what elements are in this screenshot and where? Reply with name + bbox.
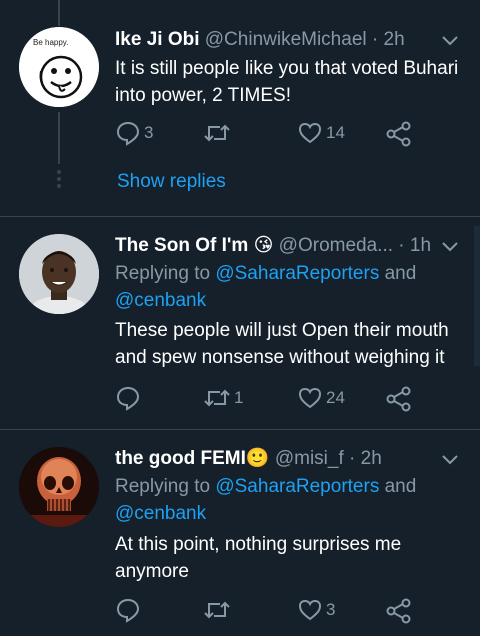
thread-line — [58, 112, 60, 164]
replying-and: and — [379, 476, 417, 497]
separator: · — [349, 448, 356, 469]
user-handle[interactable]: @misi_f — [275, 448, 344, 469]
retweet-icon — [204, 389, 230, 407]
mention-link[interactable]: @SaharaReporters — [215, 476, 379, 497]
retweet-icon — [204, 124, 230, 142]
scrollbar-thumb[interactable] — [474, 226, 480, 366]
share-button[interactable] — [385, 385, 413, 413]
reply-button[interactable] — [115, 385, 144, 411]
replying-to: Replying to @SaharaReporters and @cenban… — [115, 473, 445, 527]
replying-and: and — [379, 263, 417, 284]
like-count: 3 — [326, 600, 336, 619]
reply-icon — [116, 598, 140, 623]
share-button[interactable] — [385, 120, 413, 148]
tweet-actions: 3 — [115, 597, 445, 625]
display-name[interactable]: Ike Ji Obi — [115, 29, 199, 50]
reply-icon — [116, 386, 140, 411]
retweet-button[interactable] — [203, 597, 234, 623]
avatar[interactable] — [19, 234, 99, 314]
mention-link[interactable]: @cenbank — [115, 503, 206, 524]
thread-line — [58, 0, 60, 26]
display-name[interactable]: the good FEMI — [115, 448, 246, 469]
share-icon — [386, 121, 411, 147]
reply-button[interactable]: 3 — [115, 120, 153, 146]
tweet-time: 2h — [360, 448, 382, 469]
separator: · — [371, 29, 379, 50]
separator: · — [398, 235, 405, 256]
tweet-text: It is still people like you that voted B… — [115, 58, 459, 106]
avatar[interactable] — [19, 447, 99, 527]
replying-prefix: Replying to — [115, 476, 216, 497]
profile-photo-icon — [19, 234, 99, 314]
mention-link[interactable]: @SaharaReporters — [215, 263, 379, 284]
reply-button[interactable] — [115, 597, 144, 623]
like-button[interactable]: 14 — [297, 120, 345, 146]
tweet-time: 2h — [383, 29, 405, 50]
mention-link[interactable]: @cenbank — [115, 290, 206, 311]
tweet-actions: 3 14 — [115, 120, 445, 148]
like-count: 14 — [326, 123, 345, 142]
skull-avatar-icon — [19, 447, 99, 527]
show-replies-link[interactable]: Show replies — [117, 171, 226, 193]
replying-to: Replying to @SaharaReporters and @cenban… — [115, 260, 445, 314]
retweet-button[interactable] — [203, 120, 234, 146]
share-icon — [386, 386, 411, 412]
tweet-header: The Son Of I'm 😘 @Oromeda... · 1h — [115, 234, 431, 258]
reply-count: 3 — [144, 123, 154, 142]
share-icon — [386, 598, 411, 624]
share-button[interactable] — [385, 597, 413, 625]
smiley-avatar-icon: Be happy. — [19, 27, 99, 107]
user-handle[interactable]: @ChinwikeMichael — [205, 29, 367, 50]
user-handle[interactable]: @Oromeda... — [279, 235, 393, 256]
display-name[interactable]: The Son Of I'm — [115, 235, 248, 256]
tweet-text: These people will just Open their mouth … — [115, 320, 449, 368]
divider — [0, 216, 480, 217]
avatar-caption: Be happy. — [33, 38, 68, 47]
tweet-time: 1h — [409, 235, 432, 256]
heart-icon — [298, 599, 322, 621]
heart-icon — [298, 122, 322, 144]
chevron-down-icon[interactable] — [440, 30, 460, 50]
reply-icon — [116, 121, 140, 146]
retweet-button[interactable]: 1 — [203, 385, 243, 411]
chevron-down-icon[interactable] — [440, 236, 460, 256]
retweet-icon — [204, 601, 230, 619]
tweet-header: Ike Ji Obi @ChinwikeMichael · 2h — [115, 28, 405, 52]
divider — [0, 429, 480, 430]
chevron-down-icon[interactable] — [440, 449, 460, 469]
like-count: 24 — [326, 388, 345, 407]
heart-icon — [298, 387, 322, 409]
emoji: 🙂 — [245, 448, 270, 469]
emoji: 😘 — [253, 235, 274, 256]
like-button[interactable]: 24 — [297, 385, 345, 411]
replying-prefix: Replying to — [115, 263, 216, 284]
like-button[interactable]: 3 — [297, 597, 335, 623]
thread-dots-icon — [56, 170, 62, 191]
retweet-count: 1 — [234, 388, 244, 407]
tweet-header: the good FEMI🙂 @misi_f · 2h — [115, 447, 382, 471]
tweet-text: At this point, nothing surprises me anym… — [115, 534, 402, 582]
avatar[interactable]: Be happy. — [19, 27, 99, 107]
tweet-actions: 1 24 — [115, 385, 445, 413]
